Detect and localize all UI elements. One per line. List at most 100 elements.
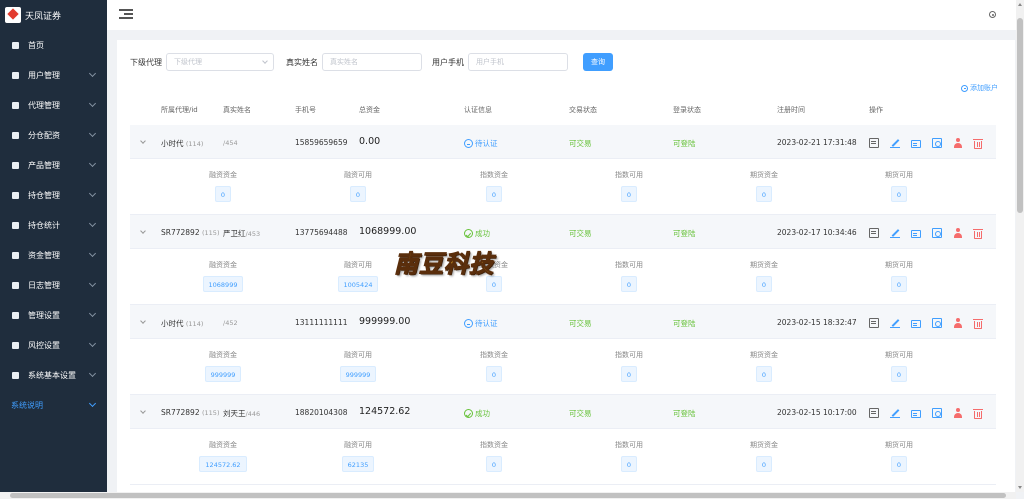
user-icon[interactable] xyxy=(953,318,963,328)
fund-value: 0 xyxy=(755,186,773,202)
sidebar-item-position-management[interactable]: 持仓管理 xyxy=(0,180,107,210)
edit-icon[interactable] xyxy=(890,408,900,418)
agent-id: (114) xyxy=(185,140,204,148)
top-bar xyxy=(107,0,1024,30)
id-doc-icon[interactable] xyxy=(932,318,942,328)
fund-item: 指数资金 0 xyxy=(454,350,534,382)
query-button[interactable]: 查询 xyxy=(583,53,613,71)
detail-icon[interactable] xyxy=(869,138,879,148)
org-icon xyxy=(11,101,20,110)
fund-item: 期货资金 0 xyxy=(724,170,804,202)
agent-cell: 小时代 (114) xyxy=(161,318,203,329)
fund-label: 指数可用 xyxy=(615,351,643,359)
col-ops: 操作 xyxy=(869,106,883,114)
fund-item: 指数资金 0 xyxy=(454,170,534,202)
user-icon[interactable] xyxy=(953,228,963,238)
user-id: /446 xyxy=(245,410,261,418)
agent-name: 小时代 xyxy=(161,319,184,328)
delete-icon[interactable] xyxy=(973,139,983,149)
agent-select[interactable]: 下级代理 xyxy=(166,53,274,71)
chevron-down-icon xyxy=(88,279,97,288)
phone-input-placeholder: 用户手机 xyxy=(476,58,504,66)
delete-icon[interactable] xyxy=(973,319,983,329)
bank-card-icon[interactable] xyxy=(911,410,921,418)
id-doc-icon[interactable] xyxy=(932,138,942,148)
expand-chevron-icon[interactable] xyxy=(140,138,146,144)
detail-icon[interactable] xyxy=(869,408,879,418)
chevron-down-icon xyxy=(88,69,97,78)
row-main: SR772892 (115) 严卫红/453 13775694488 1068999.… xyxy=(130,215,996,249)
detail-icon[interactable] xyxy=(869,228,879,238)
menu-toggle-icon[interactable] xyxy=(119,9,133,20)
agent-name: 小时代 xyxy=(161,139,184,148)
sidebar-item-allocation[interactable]: 分仓配资 xyxy=(0,120,107,150)
home-icon xyxy=(11,41,20,50)
fund-item: 期货可用 0 xyxy=(859,350,939,382)
brand-title: 天凤证券 xyxy=(25,11,62,22)
delete-icon[interactable] xyxy=(973,409,983,419)
edit-icon[interactable] xyxy=(890,318,900,328)
sidebar-item-position-stats[interactable]: 持仓统计 xyxy=(0,210,107,240)
sidebar-item-system-settings[interactable]: 系统基本设置 xyxy=(0,360,107,390)
sidebar-item-home[interactable]: 首页 xyxy=(0,30,107,60)
col-phone: 手机号 xyxy=(295,106,316,114)
fund-label: 融资可用 xyxy=(344,441,372,449)
sidebar-item-user-management[interactable]: 用户管理 xyxy=(0,60,107,90)
fund-value: 0 xyxy=(890,276,908,292)
sidebar-item-admin-settings[interactable]: 管理设置 xyxy=(0,300,107,330)
minus-circle-icon xyxy=(464,139,473,148)
phone-input[interactable]: 用户手机 xyxy=(468,53,568,71)
table-row: SR772892 (115) 刘天王/446 18820104308 124572.6… xyxy=(130,395,996,485)
phone-filter-label: 用户手机 xyxy=(432,57,464,67)
fund-label: 期货可用 xyxy=(885,171,913,179)
sidebar-item-product-management[interactable]: 产品管理 xyxy=(0,150,107,180)
sidebar-item-log-management[interactable]: 日志管理 xyxy=(0,270,107,300)
sidebar-item-fund-management[interactable]: 资金管理 xyxy=(0,240,107,270)
user-avatar-icon[interactable] xyxy=(989,11,996,18)
bank-card-icon[interactable] xyxy=(911,230,921,238)
edit-icon[interactable] xyxy=(890,228,900,238)
row-detail: 融资资金 1068999 融资可用 1005424 指数资金 0 指数可用 0 期货资金 0 期货可… xyxy=(130,249,996,305)
vertical-scrollbar[interactable] xyxy=(1016,0,1024,492)
delete-icon[interactable] xyxy=(973,229,983,239)
name-filter-label: 真实姓名 xyxy=(286,57,318,67)
bank-card-icon[interactable] xyxy=(911,140,921,148)
sidebar-item-risk-settings[interactable]: 风控设置 xyxy=(0,330,107,360)
agent-name: SR772892 xyxy=(161,228,200,237)
sidebar-item-system-notes[interactable]: 系统说明 xyxy=(0,390,107,420)
expand-chevron-icon[interactable] xyxy=(140,318,146,324)
sidebar-item-label: 管理设置 xyxy=(28,310,60,320)
add-account-link[interactable]: 添加账户 xyxy=(961,83,998,93)
bank-card-icon[interactable] xyxy=(911,320,921,328)
trade-status: 可交易 xyxy=(569,139,592,148)
name-input[interactable]: 真实姓名 xyxy=(322,53,422,71)
edit-icon[interactable] xyxy=(890,138,900,148)
fund-value: 0 xyxy=(485,276,503,292)
register-time: 2023-02-17 10:34:46 xyxy=(777,228,857,237)
chevron-down-icon xyxy=(88,219,97,228)
scroll-thumb[interactable] xyxy=(1017,18,1023,213)
user-icon[interactable] xyxy=(953,138,963,148)
col-name: 真实姓名 xyxy=(223,106,251,114)
expand-chevron-icon[interactable] xyxy=(140,408,146,414)
id-doc-icon[interactable] xyxy=(932,228,942,238)
table-header: 所属代理/id 真实姓名 手机号 总资金 认证信息 交易状态 登录状态 注册时间… xyxy=(130,105,996,125)
scroll-up-icon[interactable] xyxy=(1018,3,1022,6)
row-main: 小时代 (114) /454 15859659659 0.00 待认证 可交易 可登陆 202… xyxy=(130,125,996,159)
hscroll-thumb[interactable] xyxy=(10,493,1006,498)
fund-label: 期货资金 xyxy=(750,171,778,179)
scroll-down-icon[interactable] xyxy=(1018,486,1022,489)
chevron-down-icon xyxy=(88,309,97,318)
col-login: 登录状态 xyxy=(673,106,701,114)
horizontal-scrollbar[interactable] xyxy=(0,492,1016,499)
expand-chevron-icon[interactable] xyxy=(140,228,146,234)
fund-value: 0 xyxy=(620,276,638,292)
user-icon[interactable] xyxy=(953,408,963,418)
sliders-icon xyxy=(11,311,20,320)
detail-icon[interactable] xyxy=(869,318,879,328)
fund-item: 期货可用 0 xyxy=(859,170,939,202)
sidebar-item-label: 系统说明 xyxy=(11,400,43,410)
sidebar-item-agent-management[interactable]: 代理管理 xyxy=(0,90,107,120)
id-doc-icon[interactable] xyxy=(932,408,942,418)
phone-cell: 15859659659 xyxy=(295,138,348,147)
